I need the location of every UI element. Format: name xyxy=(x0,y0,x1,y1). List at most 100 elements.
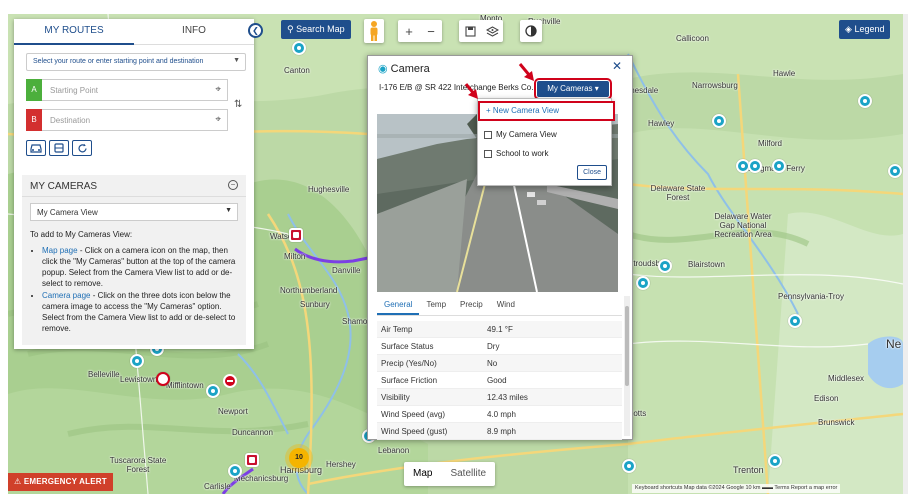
town-label: Mechanicsburg xyxy=(234,474,289,483)
selected-camera-pin-icon[interactable] xyxy=(245,453,259,467)
map-type-satellite[interactable]: Satellite xyxy=(441,462,495,486)
zoom-out-button[interactable]: − xyxy=(420,20,442,42)
starting-point-placeholder: Starting Point xyxy=(50,86,99,95)
town-label: Delaware Water Gap National Recreation A… xyxy=(714,212,772,239)
row-value: 49.1 °F xyxy=(487,324,513,334)
town-label: Brunswick xyxy=(818,418,855,427)
legend-label: Legend xyxy=(854,24,885,34)
legend-button[interactable]: ◈ Legend xyxy=(839,20,891,39)
tab-my-routes[interactable]: MY ROUTES xyxy=(14,19,134,45)
collapse-icon[interactable]: − xyxy=(228,180,238,190)
contrast-tool xyxy=(520,20,542,42)
locate-icon[interactable]: ⌖ xyxy=(215,114,221,125)
camera-pin-icon[interactable] xyxy=(206,384,220,398)
camera-pin-icon[interactable] xyxy=(768,454,782,468)
search-map-button[interactable]: ⚲ Search Map xyxy=(281,20,351,39)
emergency-alert-button[interactable]: ⚠ EMERGENCY ALERT xyxy=(8,473,113,491)
search-icon: ⚲ xyxy=(287,24,294,34)
tab-general[interactable]: General xyxy=(377,296,420,315)
row-label: Precip (Yes/No) xyxy=(381,358,437,368)
camera-pin-icon[interactable] xyxy=(888,164,902,178)
town-label: Hawle xyxy=(773,69,796,78)
layers-button[interactable] xyxy=(481,20,503,42)
car-mode-button[interactable] xyxy=(26,140,46,156)
zoom-in-button[interactable]: + xyxy=(398,20,420,42)
tab-precip[interactable]: Precip xyxy=(453,296,490,315)
truck-mode-button[interactable] xyxy=(49,140,69,156)
camera-pin-icon[interactable] xyxy=(130,354,144,368)
start-badge: A xyxy=(26,79,42,101)
zoom-controls: + − xyxy=(398,20,442,42)
road-closed-icon[interactable] xyxy=(223,374,237,388)
town-label: Hawley xyxy=(648,119,675,128)
annotation-arrows xyxy=(464,63,534,99)
camera-cluster[interactable]: 10 xyxy=(289,448,309,468)
camera-view-option[interactable]: My Camera View xyxy=(484,130,557,139)
map-type-control: Map Satellite xyxy=(404,462,496,486)
camera-pin-icon[interactable] xyxy=(788,314,802,328)
search-map-label: Search Map xyxy=(296,24,345,34)
travel-mode-buttons xyxy=(26,140,92,156)
camera-view-option[interactable]: School to work xyxy=(484,149,548,158)
camera-page-link[interactable]: Camera page xyxy=(42,291,90,300)
row-value: Good xyxy=(487,375,507,385)
town-label: Lewistown xyxy=(120,375,158,384)
new-camera-view-button[interactable]: + New Camera View xyxy=(478,101,615,121)
save-button[interactable] xyxy=(459,20,481,42)
town-label: Tuscarora State Forest xyxy=(109,456,167,474)
town-label: Hershey xyxy=(326,460,356,469)
page-scrollbar[interactable] xyxy=(903,14,908,494)
camera-pin-icon[interactable] xyxy=(712,114,726,128)
collapse-panel-button[interactable]: ❮ xyxy=(248,23,263,38)
town-label: Delaware State Forest xyxy=(650,184,706,202)
destination-input[interactable]: Destination ⌖ xyxy=(42,109,228,131)
close-dropdown-button[interactable]: Close xyxy=(577,165,607,180)
my-cameras-button[interactable]: My Cameras ▾ xyxy=(534,78,612,100)
locate-icon[interactable]: ⌖ xyxy=(215,84,221,95)
my-cameras-instructions: To add to My Cameras View: Map page - Cl… xyxy=(22,221,246,334)
alert-icon[interactable] xyxy=(156,372,170,386)
contrast-button[interactable] xyxy=(520,20,542,42)
camera-pin-icon[interactable] xyxy=(658,259,672,273)
selected-camera-pin-icon[interactable] xyxy=(289,228,303,242)
tab-info[interactable]: INFO xyxy=(134,19,254,45)
popup-scrollbar[interactable] xyxy=(624,296,630,436)
starting-point-input[interactable]: Starting Point ⌖ xyxy=(42,79,228,101)
pegman-icon xyxy=(370,21,378,41)
town-label: Canton xyxy=(284,66,310,75)
town-label: Callicoon xyxy=(676,34,709,43)
tab-temp[interactable]: Temp xyxy=(419,296,453,315)
camera-view-option-label: School to work xyxy=(496,149,549,158)
table-row: Wind Speed (gust) 8.9 mph xyxy=(377,423,622,440)
arrow-icon xyxy=(518,63,534,81)
emergency-alert-label: EMERGENCY ALERT xyxy=(23,477,107,486)
camera-pin-icon[interactable] xyxy=(292,41,306,55)
camera-pin-icon[interactable] xyxy=(772,159,786,173)
town-label: Blairstown xyxy=(688,260,725,269)
swap-icon[interactable]: ⇅ xyxy=(234,99,242,110)
refresh-icon xyxy=(77,143,87,152)
dest-badge: B xyxy=(26,109,42,131)
street-view-pegman[interactable] xyxy=(364,19,384,43)
camera-pin-icon[interactable] xyxy=(858,94,872,108)
camera-pin-icon: ◉ xyxy=(378,63,388,75)
camera-pin-icon[interactable] xyxy=(636,276,650,290)
tab-wind[interactable]: Wind xyxy=(490,296,522,315)
checkbox[interactable] xyxy=(484,149,492,158)
table-row: Visibility 12.43 miles xyxy=(377,389,622,406)
close-icon[interactable]: ✕ xyxy=(612,59,622,73)
camera-pin-icon[interactable] xyxy=(622,459,636,473)
camera-pin-icon[interactable] xyxy=(748,159,762,173)
plus-icon: + xyxy=(405,23,413,39)
table-row: Precip (Yes/No) No xyxy=(377,355,622,372)
checkbox[interactable] xyxy=(484,130,492,139)
map-type-map[interactable]: Map xyxy=(404,462,441,486)
refresh-button[interactable] xyxy=(72,140,92,156)
contrast-icon xyxy=(525,25,537,37)
town-label: Newport xyxy=(218,407,248,416)
map-page-link[interactable]: Map page xyxy=(42,246,78,255)
camera-pin-icon[interactable] xyxy=(228,464,242,478)
camera-view-select[interactable]: My Camera View ▼ xyxy=(30,203,238,221)
row-label: Surface Friction xyxy=(381,375,438,385)
route-select[interactable]: Select your route or enter starting poin… xyxy=(26,53,246,71)
